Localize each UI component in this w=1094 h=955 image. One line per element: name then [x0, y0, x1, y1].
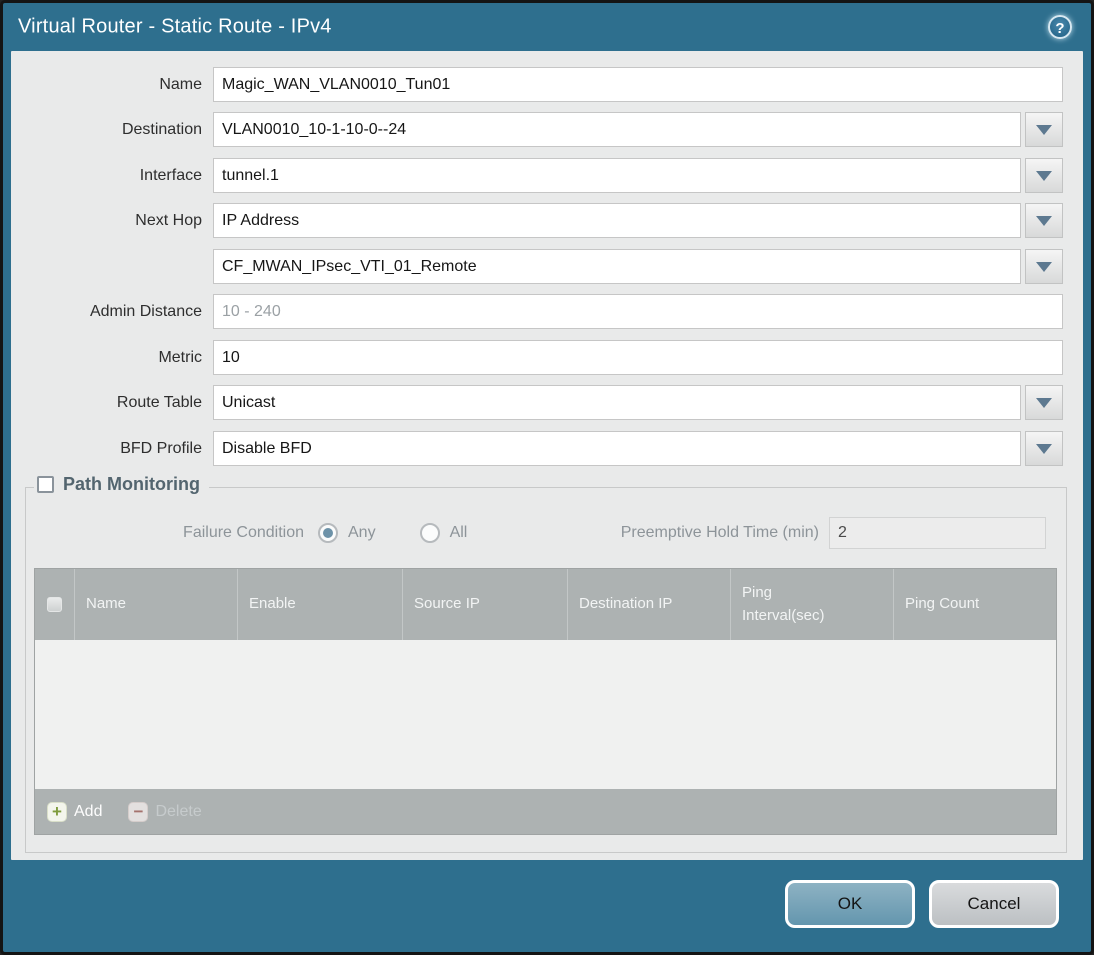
next-hop-address-dropdown-button[interactable]: [1025, 249, 1063, 284]
failure-condition-option-all[interactable]: All: [419, 523, 468, 543]
chevron-down-icon: [1036, 443, 1052, 454]
preemptive-hold-time-input[interactable]: [829, 517, 1046, 549]
admin-distance-input[interactable]: [213, 294, 1063, 329]
bfd-profile-label: BFD Profile: [120, 439, 202, 457]
chevron-down-icon: [1036, 397, 1052, 408]
destination-label: Destination: [121, 120, 202, 138]
column-header-destination-ip: Destination IP: [568, 569, 731, 640]
preemptive-hold-time-label: Preemptive Hold Time (min): [620, 524, 819, 541]
ok-button[interactable]: OK: [785, 880, 915, 928]
select-all-checkbox[interactable]: [47, 597, 62, 612]
chevron-down-icon: [1036, 124, 1052, 135]
delete-button-label: Delete: [155, 802, 202, 820]
radio-all-icon[interactable]: [419, 523, 440, 543]
radio-any-label: Any: [348, 524, 376, 541]
dialog-content: Name Destination Interface: [11, 51, 1083, 860]
title-bar: Virtual Router - Static Route - IPv4 ?: [3, 3, 1091, 51]
column-header-ping-count: Ping Count: [905, 595, 980, 613]
chevron-down-icon: [1036, 215, 1052, 226]
failure-condition-option-any[interactable]: Any: [318, 523, 376, 543]
metric-row: Metric: [11, 340, 1083, 375]
route-table-dropdown-button[interactable]: [1025, 385, 1063, 420]
route-table-row: Route Table: [11, 385, 1083, 420]
destination-dropdown-button[interactable]: [1025, 112, 1063, 147]
admin-distance-label: Admin Distance: [89, 302, 202, 320]
next-hop-type-dropdown-button[interactable]: [1025, 203, 1063, 238]
metric-input[interactable]: [213, 340, 1063, 375]
plus-icon: +: [47, 801, 67, 822]
interface-row: Interface: [11, 158, 1083, 193]
bfd-profile-dropdown-button[interactable]: [1025, 431, 1063, 466]
column-header-name: Name: [75, 569, 238, 640]
next-hop-type-input[interactable]: [213, 203, 1021, 238]
add-button-label: Add: [74, 802, 103, 820]
add-button[interactable]: + Add: [47, 801, 103, 822]
table-footer: + Add − Delete: [35, 789, 1056, 834]
path-monitoring-checkbox[interactable]: [37, 476, 54, 493]
cancel-button[interactable]: Cancel: [929, 880, 1059, 928]
path-monitoring-title: Path Monitoring: [63, 474, 200, 494]
dialog-title: Virtual Router - Static Route - IPv4: [18, 15, 332, 38]
destination-row: Destination: [11, 112, 1083, 147]
help-icon[interactable]: ?: [1048, 15, 1072, 39]
radio-all-label: All: [449, 524, 468, 541]
failure-condition-row: Failure Condition Any All Preemptive Hol…: [26, 516, 1066, 550]
interface-dropdown-button[interactable]: [1025, 158, 1063, 193]
next-hop-address-row: [11, 249, 1083, 284]
next-hop-address-input[interactable]: [213, 249, 1021, 284]
virtual-router-static-route-dialog: Virtual Router - Static Route - IPv4 ? N…: [0, 0, 1094, 955]
column-header-ping-interval: Ping Interval(sec): [731, 569, 894, 640]
path-monitoring-table: Name Enable Source IP Destination IP Pin…: [34, 568, 1057, 835]
name-label: Name: [159, 75, 202, 93]
table-body-empty: [35, 640, 1056, 789]
bfd-profile-input[interactable]: [213, 431, 1021, 466]
column-header-source-ip: Source IP: [403, 569, 568, 640]
metric-label: Metric: [158, 348, 202, 366]
failure-condition-label: Failure Condition: [183, 524, 304, 541]
interface-input[interactable]: [213, 158, 1021, 193]
column-header-enable: Enable: [238, 569, 403, 640]
select-all-cell: [35, 569, 75, 640]
chevron-down-icon: [1036, 170, 1052, 181]
destination-input[interactable]: [213, 112, 1021, 147]
admin-distance-row: Admin Distance: [11, 294, 1083, 329]
next-hop-label: Next Hop: [135, 211, 202, 229]
interface-label: Interface: [139, 166, 202, 184]
next-hop-row: Next Hop: [11, 203, 1083, 238]
radio-any-icon[interactable]: [318, 523, 338, 543]
path-monitoring-group: Path Monitoring Failure Condition Any Al…: [25, 474, 1067, 853]
table-header: Name Enable Source IP Destination IP Pin…: [35, 569, 1056, 640]
path-monitoring-legend: Path Monitoring: [34, 474, 209, 495]
route-table-input[interactable]: [213, 385, 1021, 420]
chevron-down-icon: [1036, 261, 1052, 272]
name-row: Name: [11, 67, 1083, 102]
delete-button[interactable]: − Delete: [128, 801, 202, 822]
minus-icon: −: [128, 801, 149, 822]
name-input[interactable]: [213, 67, 1063, 102]
bfd-profile-row: BFD Profile: [11, 431, 1083, 466]
route-table-label: Route Table: [116, 393, 202, 411]
